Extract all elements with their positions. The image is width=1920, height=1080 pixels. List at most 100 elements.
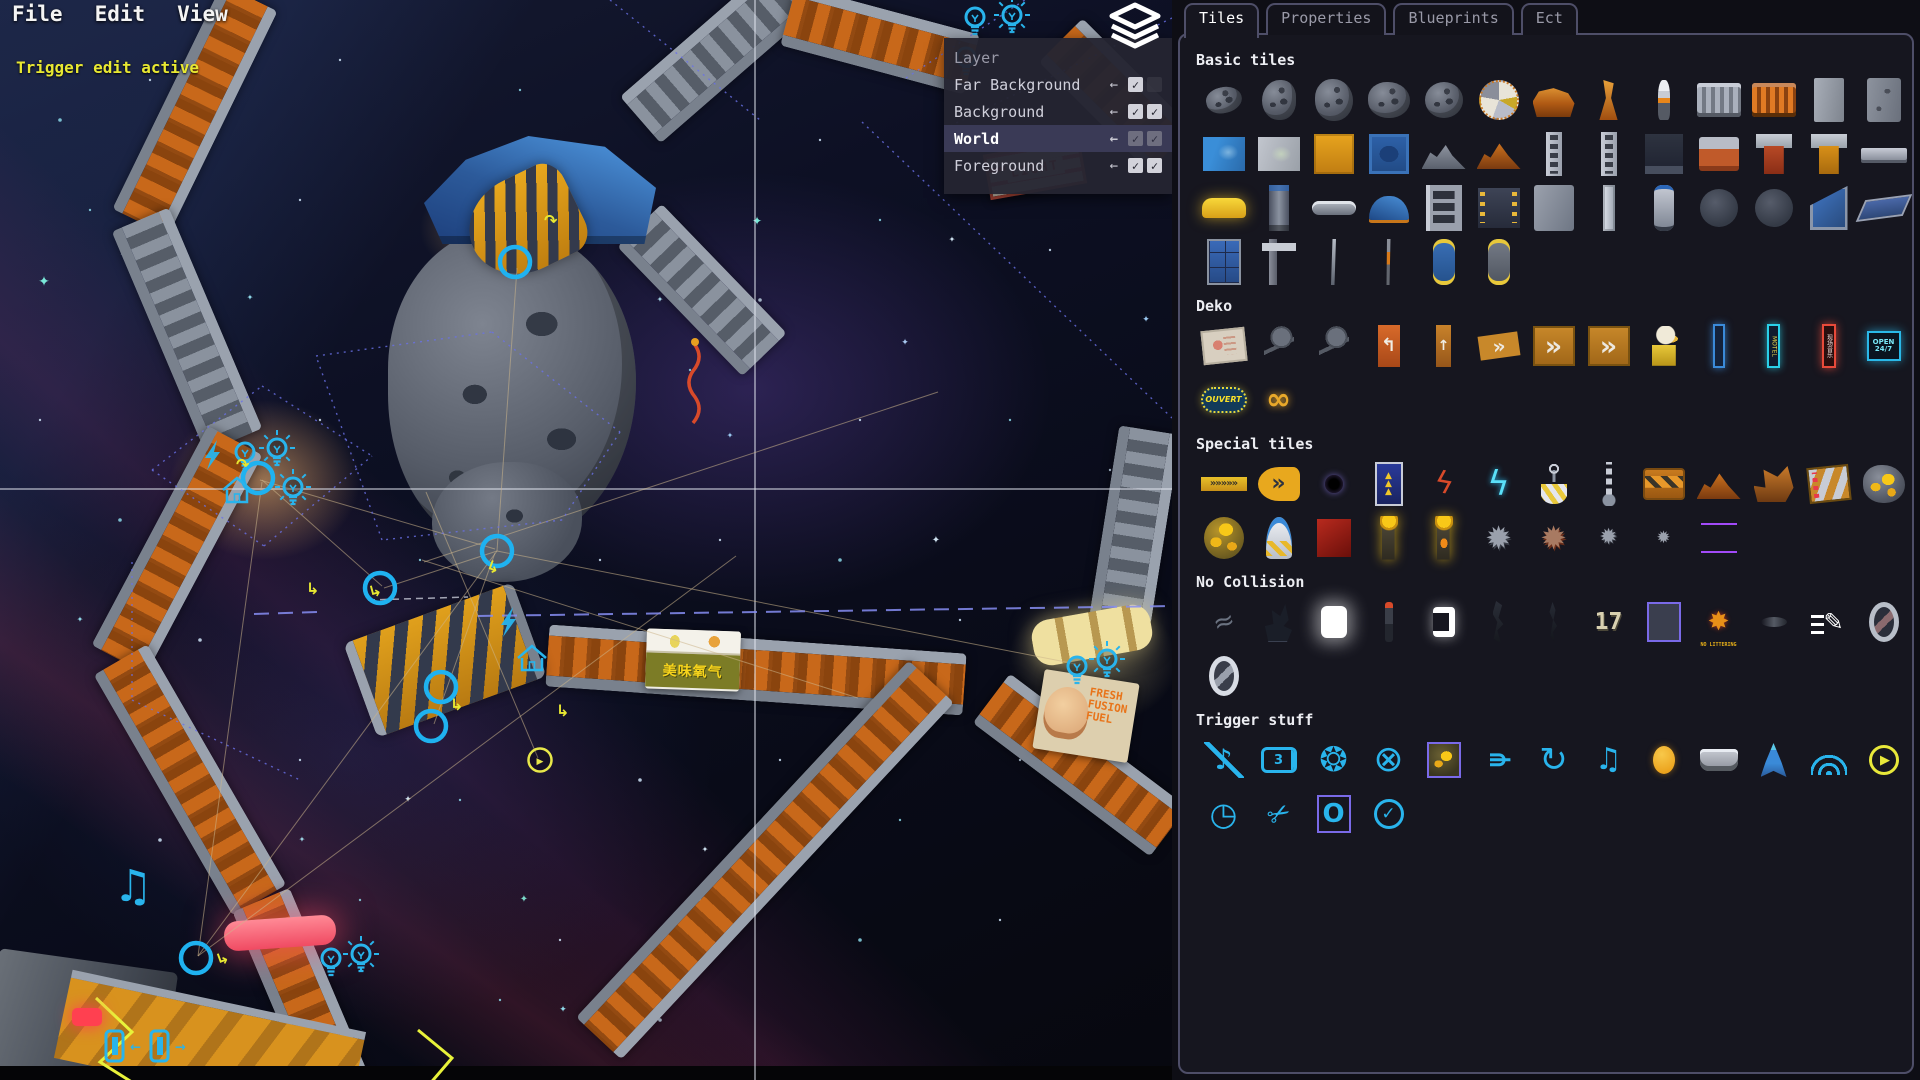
layer-shift-arrow[interactable]: ← <box>1110 77 1118 93</box>
tile-burnt-twig[interactable] <box>1527 599 1581 645</box>
tile-torch-lamp[interactable] <box>1637 77 1691 123</box>
tile-burnt-debris[interactable] <box>1472 599 1526 645</box>
tile-neon-ouvert[interactable]: OUVERT <box>1197 377 1251 423</box>
tile-chevron-curve[interactable]: » <box>1252 461 1306 507</box>
tile-cancel-trigger[interactable]: ⊗ <box>1362 737 1416 783</box>
tile-sign-chevron-wide[interactable]: » <box>1582 323 1636 369</box>
tab-properties[interactable]: Properties <box>1266 3 1386 35</box>
tile-spike-ball-small[interactable]: ✹ <box>1582 515 1636 561</box>
tile-dome-blue[interactable] <box>1362 185 1416 231</box>
tile-neon-sign-red[interactable]: 现场音乐 <box>1802 323 1856 369</box>
tile-asteroid-mid[interactable] <box>1362 77 1416 123</box>
tile-poster-fuel[interactable] <box>1197 323 1251 369</box>
tile-solar-panel[interactable] <box>1857 185 1911 231</box>
tile-container-gray[interactable] <box>1417 185 1471 231</box>
game-viewport[interactable]: ✦✦✦✦✦✦✦✦✦✦✦✦✦✦✦✦✦✦ 美味氧气 FRESH <box>0 0 1172 1080</box>
tile-column-narrow[interactable] <box>1582 185 1636 231</box>
tile-black-hole[interactable] <box>1307 461 1361 507</box>
tile-pipes-orange[interactable] <box>1747 77 1801 123</box>
tile-wreck-gray[interactable] <box>1417 131 1471 177</box>
layer-checkbox[interactable]: ✓ <box>1128 77 1143 92</box>
tile-sign-arrow-up[interactable]: ↑ <box>1417 323 1471 369</box>
tile-debris-silhouette[interactable] <box>1252 599 1306 645</box>
tile-disc-dark-2[interactable] <box>1747 185 1801 231</box>
layer-row-far-background[interactable]: Far Background←✓ <box>944 71 1172 98</box>
tile-lightning-bolt[interactable]: ϟ <box>1472 461 1526 507</box>
tile-fan-turbine[interactable] <box>1472 77 1526 123</box>
tile-neon-open-247[interactable]: OPEN 24/7 <box>1857 323 1911 369</box>
tile-booster-banner[interactable]: ▲ ▲ ▲ <box>1362 461 1416 507</box>
tile-girder-white-2[interactable] <box>1582 131 1636 177</box>
layer-checkbox[interactable]: ✓ <box>1147 104 1162 119</box>
tab-ect[interactable]: Ect <box>1521 3 1578 35</box>
tile-wire-scrap[interactable]: ≈ <box>1197 599 1251 645</box>
tile-pipes-gray[interactable] <box>1692 77 1746 123</box>
tile-tank-gray[interactable] <box>1472 239 1526 285</box>
tile-sign-no-littering[interactable]: ✸NO LITTERING <box>1692 599 1746 645</box>
tile-asteroid-small[interactable] <box>1197 77 1251 123</box>
tile-panel-light[interactable] <box>1252 131 1306 177</box>
tile-neon-sign-blue[interactable] <box>1692 323 1746 369</box>
tile-music-trigger[interactable]: ♫ <box>1582 737 1636 783</box>
tile-pump-orange[interactable] <box>1582 77 1636 123</box>
tile-sign-arrow-left[interactable]: ↰ <box>1362 323 1416 369</box>
tile-capsule-machine[interactable] <box>1637 185 1691 231</box>
tile-crane-hook[interactable] <box>1527 461 1581 507</box>
tile-cassette-trigger[interactable]: 3 <box>1252 737 1306 783</box>
tile-gold-ore-ball[interactable] <box>1197 515 1251 561</box>
tile-glow-bracket[interactable] <box>1417 599 1471 645</box>
tile-panel-indicator[interactable] <box>1802 461 1856 507</box>
tile-number-17[interactable]: 17 <box>1582 599 1636 645</box>
tile-letter-o-trigger[interactable]: O <box>1307 791 1361 837</box>
tile-girder-white[interactable] <box>1527 131 1581 177</box>
tile-branch-trigger[interactable]: ⋔ <box>1472 737 1526 783</box>
tile-street-lamp-2[interactable] <box>1307 323 1361 369</box>
tile-machine-column[interactable] <box>1252 185 1306 231</box>
tile-wreck-orange-1[interactable] <box>1692 461 1746 507</box>
tile-pillar-amber[interactable] <box>1802 131 1856 177</box>
tile-spike-ball-tiny[interactable]: ✹ <box>1637 515 1691 561</box>
tile-wreck-orange-2[interactable] <box>1747 461 1801 507</box>
layer-checkbox[interactable]: ✓ <box>1147 131 1162 146</box>
tile-chain-hook[interactable] <box>1582 461 1636 507</box>
layers-button[interactable] <box>1106 2 1164 50</box>
tile-rocket-lamp[interactable] <box>1252 515 1306 561</box>
tile-egg-orange-trigger[interactable] <box>1637 737 1691 783</box>
tile-spike-ball[interactable]: ✹ <box>1472 515 1526 561</box>
layer-shift-arrow[interactable]: ← <box>1110 158 1118 174</box>
tile-mute-sound-trigger[interactable]: ♪ <box>1197 737 1251 783</box>
tile-glow-square[interactable] <box>1307 599 1361 645</box>
tile-machine-panel[interactable] <box>1472 185 1526 231</box>
tab-tiles[interactable]: Tiles <box>1184 3 1259 38</box>
tile-neon-sign-motel[interactable]: MOTEL <box>1747 323 1801 369</box>
tile-wifi-trigger[interactable] <box>1802 737 1856 783</box>
tile-spike-ball-red[interactable]: ✹ <box>1527 515 1581 561</box>
menu-item-file[interactable]: File <box>12 2 63 26</box>
tile-slab-gray[interactable] <box>1802 77 1856 123</box>
tile-conveyor-strip[interactable]: »»»»» <box>1197 461 1251 507</box>
tile-gold-ore-trigger[interactable] <box>1417 737 1471 783</box>
tile-gold-ore[interactable] <box>1857 461 1911 507</box>
layer-checkbox[interactable]: ✓ <box>1147 158 1162 173</box>
tile-crate-hazard[interactable] <box>1637 461 1691 507</box>
menu-item-view[interactable]: View <box>177 2 228 26</box>
layer-checkbox[interactable]: ✓ <box>1128 131 1143 146</box>
tile-spark-branch-red[interactable]: ϟ <box>1417 461 1471 507</box>
layer-row-background[interactable]: Background←✓✓ <box>944 98 1172 125</box>
tile-glass-panel-blue[interactable] <box>1802 185 1856 231</box>
tile-wreck-orange[interactable] <box>1472 131 1526 177</box>
layer-shift-arrow[interactable]: ← <box>1110 131 1118 147</box>
tile-panel-hexagon[interactable] <box>1362 131 1416 177</box>
tile-pole-arm[interactable] <box>1252 239 1306 285</box>
tile-asteroid-tall[interactable] <box>1307 77 1361 123</box>
tile-panel-orange[interactable] <box>1307 131 1361 177</box>
tile-sign-chevron-large[interactable]: » <box>1527 323 1581 369</box>
tile-projector-trigger[interactable] <box>1692 737 1746 783</box>
tile-red-block[interactable] <box>1307 515 1361 561</box>
tile-locker-blue[interactable] <box>1197 239 1251 285</box>
layer-row-world[interactable]: World←✓✓ <box>944 125 1172 152</box>
tile-slab-large[interactable] <box>1527 185 1581 231</box>
tile-gold-lamp-flame[interactable] <box>1417 515 1471 561</box>
tile-porthole-window[interactable] <box>1857 599 1911 645</box>
tile-check-trigger[interactable]: ✓ <box>1362 791 1416 837</box>
